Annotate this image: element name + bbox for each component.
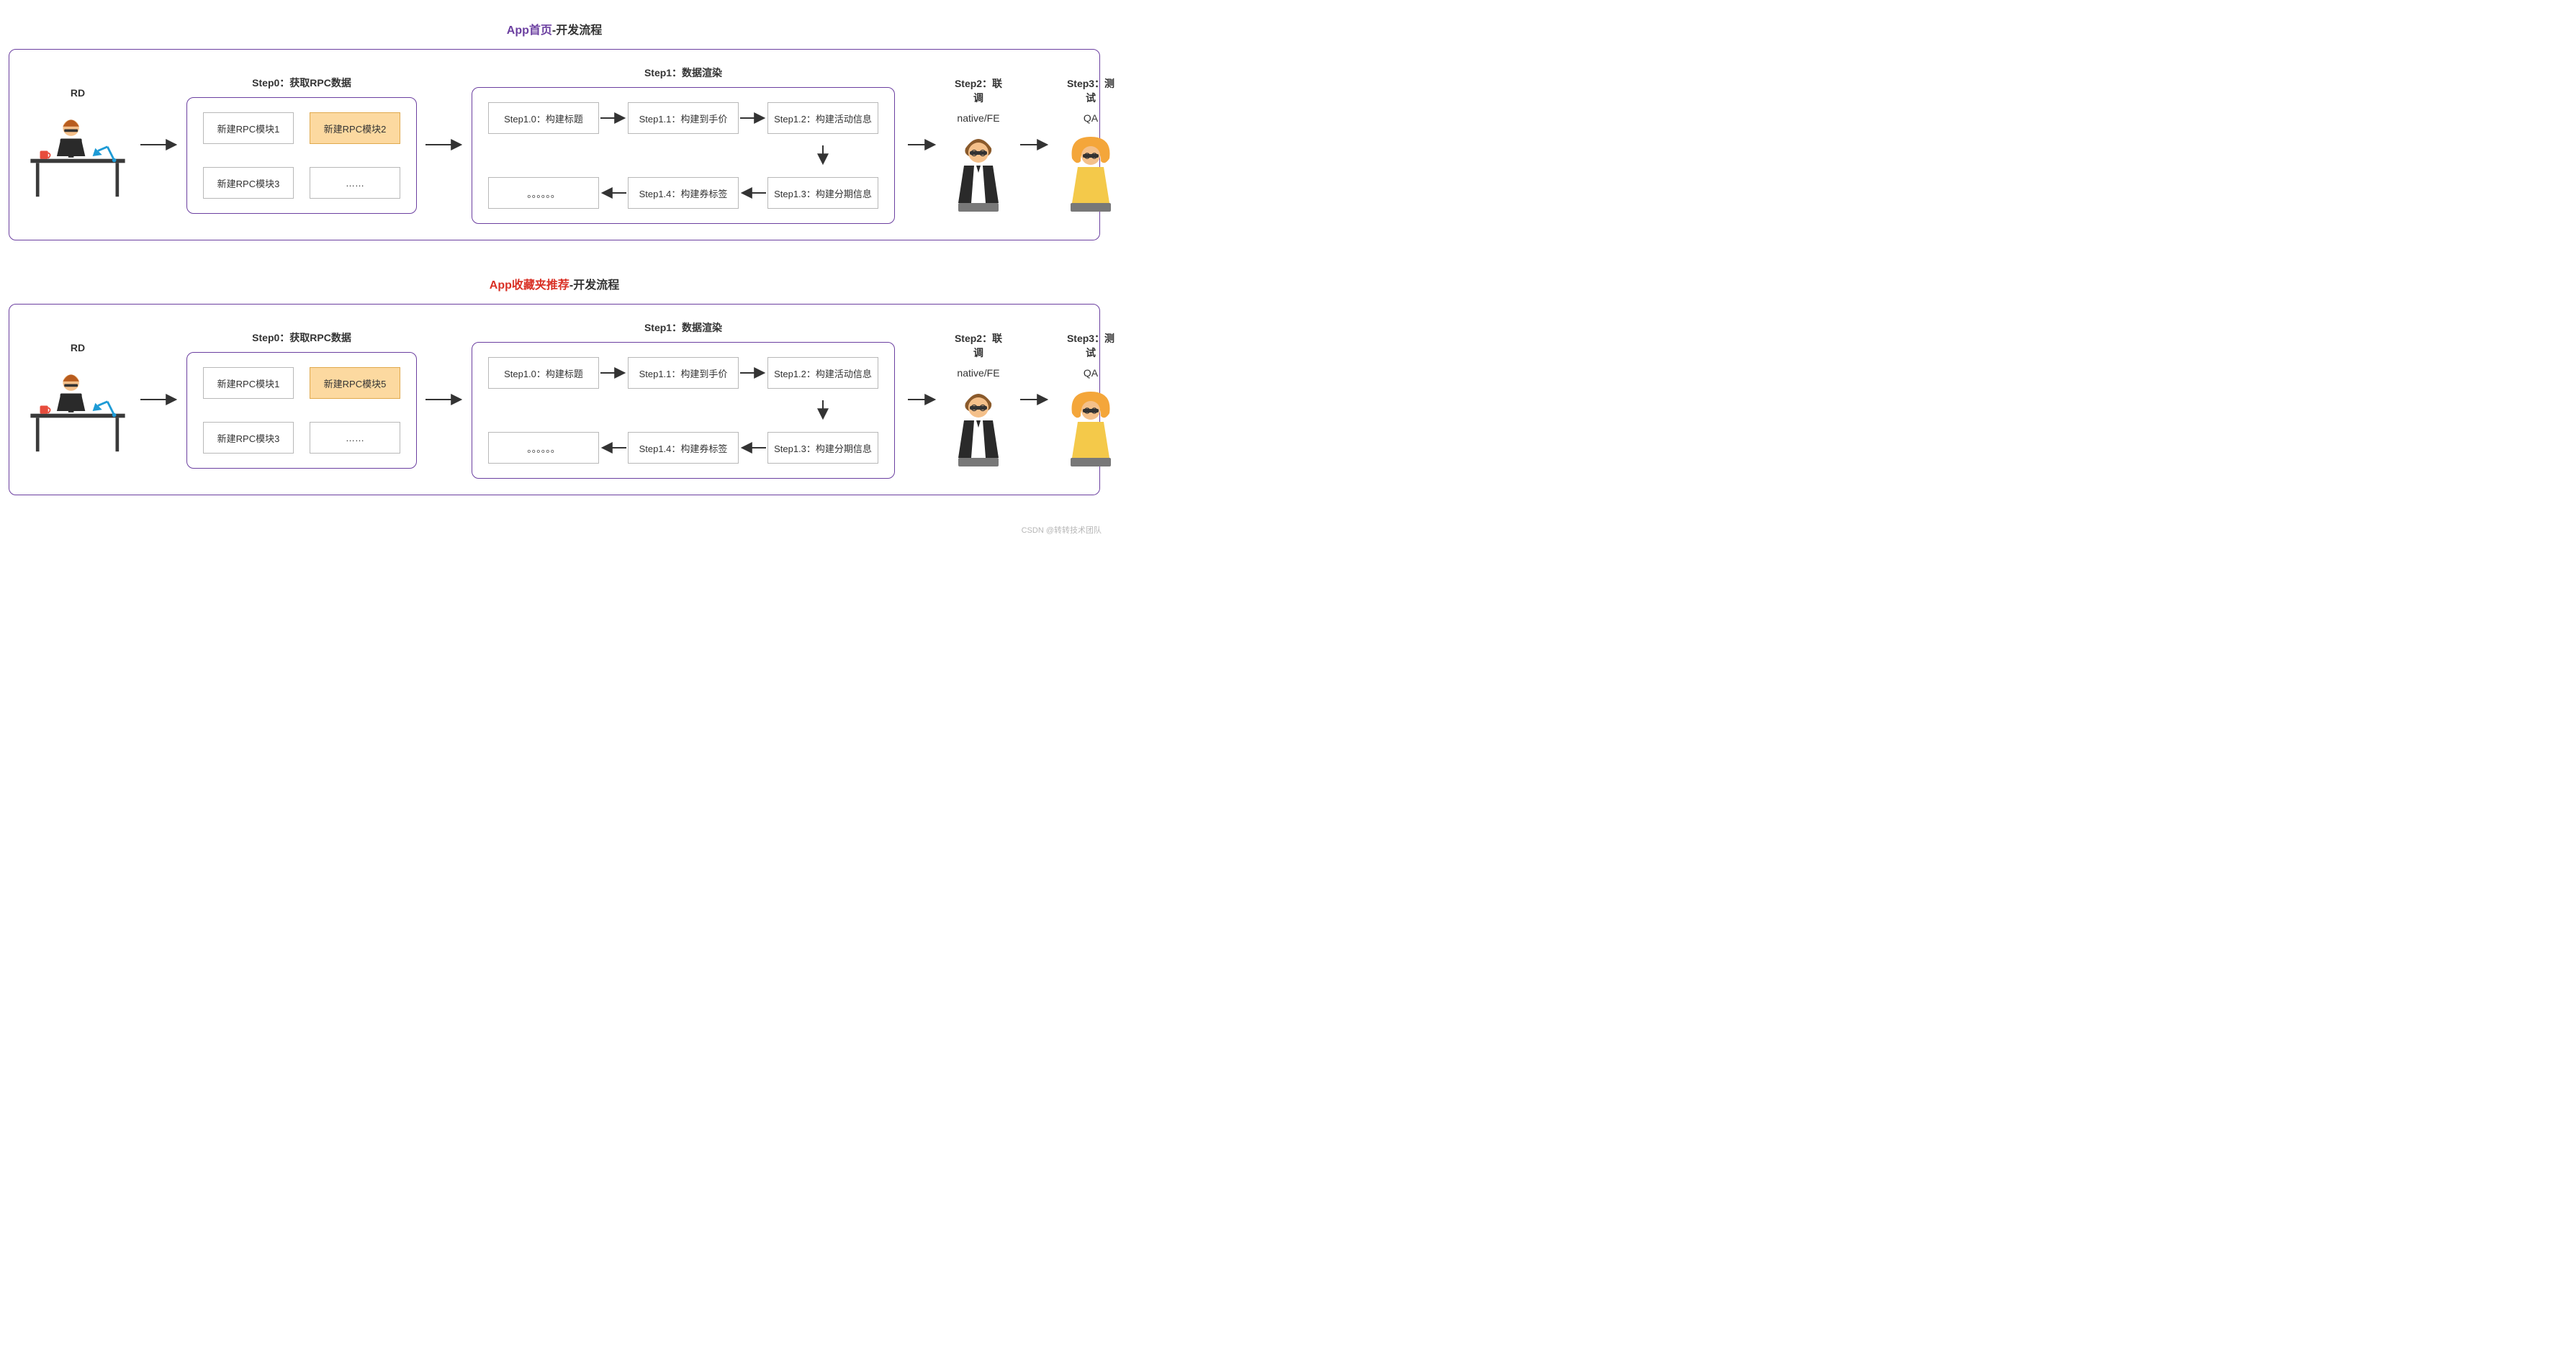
arrow-right-icon [908,392,937,407]
step1-group: Step1.0：构建标题 Step1.1：构建到手价 Step1.2：构建活动信… [472,342,895,479]
rpc-module-box: 新建RPC模块3 [203,167,294,199]
step1-label: Step1：数据渲染 [644,66,722,80]
rpc-module-box-highlight: 新建RPC模块5 [310,367,400,399]
step0-group: 新建RPC模块1 新建RPC模块5 新建RPC模块3 …… [186,352,417,469]
step2-label: Step2：联调 [950,331,1007,360]
step3-column: Step3：测试 QA [1062,76,1120,213]
arrow-right-icon [1020,392,1049,407]
rd-column: RD [24,87,132,202]
step1-label: Step1：数据渲染 [644,320,722,335]
step1-node: Step1.2：构建活动信息 [767,357,878,389]
diagram-page: App首页-开发流程 RD [0,0,1109,538]
step3-label: Step3：测试 [1062,331,1120,360]
step0-label: Step0：获取RPC数据 [252,330,351,345]
arrow-right-icon [739,366,767,380]
arrow-right-icon [145,392,174,407]
step1-node: Step1.0：构建标题 [488,102,599,134]
rd-desk-icon [24,109,132,202]
arrow-left-icon [599,441,628,455]
flow-container-0: RD [9,49,1100,240]
step1-grid: Step1.0：构建标题 Step1.1：构建到手价 Step1.2：构建活动信… [488,102,878,209]
arrow-right-icon [430,392,459,407]
section-title-suffix: -开发流程 [552,24,602,37]
step0-column: Step0：获取RPC数据 新建RPC模块1 新建RPC模块2 新建RPC模块3… [186,76,417,214]
flow-row: RD [24,320,1085,479]
arrow-right-icon [145,137,174,152]
step1-node: Step1.0：构建标题 [488,357,599,389]
step0-group: 新建RPC模块1 新建RPC模块2 新建RPC模块3 …… [186,97,417,214]
native-fe-person-icon [950,134,1007,213]
arrow-right-icon [908,137,937,152]
arrow-left-icon [739,441,767,455]
arrow-left-icon [599,186,628,200]
step0-grid: 新建RPC模块1 新建RPC模块2 新建RPC模块3 …… [203,112,400,199]
section-title-accent: App收藏夹推荐 [490,279,569,292]
arrow-down-icon [767,144,878,167]
step1-node: Step1.4：构建券标签 [628,432,739,464]
step1-column: Step1：数据渲染 Step1.0：构建标题 Step1.1：构建到手价 St… [472,320,895,479]
rpc-module-box: …… [310,422,400,454]
arrow-right-icon [739,111,767,125]
arrow-right-icon [1020,137,1049,152]
rpc-module-box: 新建RPC模块1 [203,367,294,399]
rpc-module-box-highlight: 新建RPC模块2 [310,112,400,144]
step3-column: Step3：测试 QA [1062,331,1120,468]
arrow-left-icon [739,186,767,200]
rd-label: RD [71,87,85,102]
arrow-right-icon [599,111,628,125]
section-title-1: App收藏夹推荐-开发流程 [9,275,1100,292]
step1-column: Step1：数据渲染 Step1.0：构建标题 Step1.1：构建到手价 St… [472,66,895,224]
section-title-0: App首页-开发流程 [9,20,1100,37]
rpc-module-box: …… [310,167,400,199]
step0-label: Step0：获取RPC数据 [252,76,351,90]
qa-person-icon [1062,134,1120,213]
step2-column: Step2：联调 native/FE [950,331,1007,468]
rd-label: RD [71,342,85,356]
flow-container-1: RD [9,304,1100,495]
qa-person-icon [1062,389,1120,468]
step0-grid: 新建RPC模块1 新建RPC模块5 新建RPC模块3 …… [203,367,400,454]
step1-node: Step1.2：构建活动信息 [767,102,878,134]
step1-node: Step1.1：构建到手价 [628,102,739,134]
arrow-down-icon [767,399,878,422]
step1-node-ellipsis: 。。。。。。 [488,432,599,464]
section-title-suffix: -开发流程 [569,279,619,292]
step3-label: Step3：测试 [1062,76,1120,105]
native-fe-person-icon [950,389,1007,468]
rd-column: RD [24,342,132,457]
step3-person-label: QA [1084,367,1098,382]
step3-person-label: QA [1084,112,1098,127]
arrow-right-icon [599,366,628,380]
rpc-module-box: 新建RPC模块1 [203,112,294,144]
step2-person-label: native/FE [957,112,999,127]
step1-node: Step1.3：构建分期信息 [767,177,878,209]
step2-person-label: native/FE [957,367,999,382]
step1-node-ellipsis: 。。。。。。 [488,177,599,209]
section-title-accent: App首页 [507,24,552,37]
flow-row: RD [24,66,1085,224]
rd-desk-icon [24,364,132,457]
step1-node: Step1.3：构建分期信息 [767,432,878,464]
step2-label: Step2：联调 [950,76,1007,105]
watermark: CSDN @转转技术团队 [1022,524,1102,536]
step1-node: Step1.4：构建券标签 [628,177,739,209]
rpc-module-box: 新建RPC模块3 [203,422,294,454]
step2-column: Step2：联调 native/FE [950,76,1007,213]
arrow-right-icon [430,137,459,152]
step0-column: Step0：获取RPC数据 新建RPC模块1 新建RPC模块5 新建RPC模块3… [186,330,417,469]
step1-group: Step1.0：构建标题 Step1.1：构建到手价 Step1.2：构建活动信… [472,87,895,224]
step1-node: Step1.1：构建到手价 [628,357,739,389]
step1-grid: Step1.0：构建标题 Step1.1：构建到手价 Step1.2：构建活动信… [488,357,878,464]
